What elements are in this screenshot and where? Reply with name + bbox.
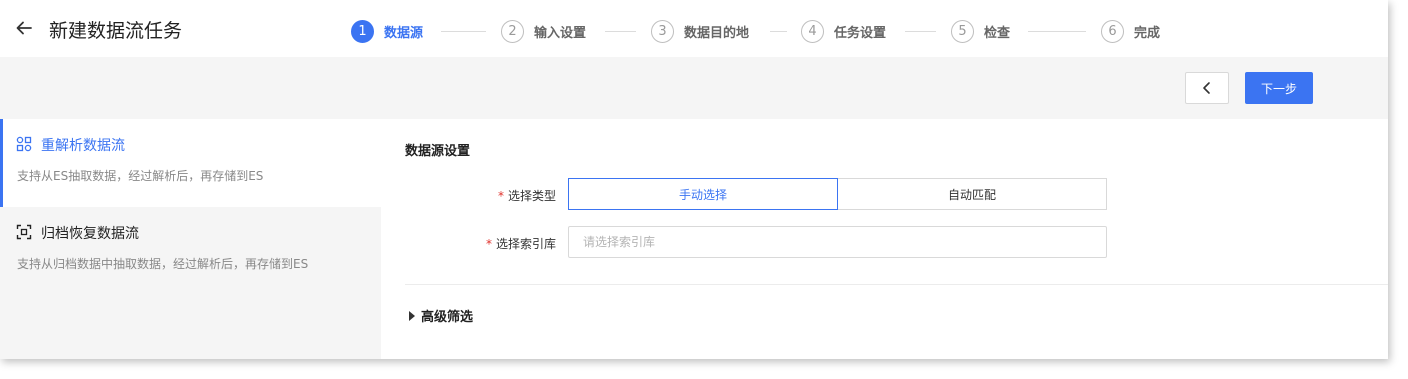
index-select-input[interactable] [568,226,1107,258]
source-option-reparse[interactable]: 重解析数据流 支持从ES抽取数据，经过解析后，再存储到ES [0,119,381,207]
advanced-filter-toggle[interactable]: 高级筛选 [409,306,473,325]
auto-match-option[interactable]: 自动匹配 [838,178,1107,210]
step-connector [1028,31,1086,32]
arrow-left-icon[interactable] [14,18,34,38]
type-label-text: 选择类型 [508,189,557,203]
source-option-description: 支持从归档数据中抽取数据，经过解析后，再存储到ES [17,257,309,271]
step-label: 数据源 [384,25,424,41]
caret-right-icon [409,310,415,321]
step-input-settings: 2 输入设置 [501,19,586,43]
nodes-icon [16,136,32,152]
step-label: 输入设置 [534,25,587,41]
step-complete: 6 完成 [1101,19,1160,43]
step-label: 数据目的地 [684,25,750,41]
section-title: 数据源设置 [405,144,471,159]
previous-step-button[interactable] [1185,72,1229,104]
dataflow-task-window: 新建数据流任务 1 数据源 2 输入设置 3 数据目的地 4 任务设置 5 检查… [0,0,1388,359]
next-step-button[interactable]: 下一步 [1245,72,1313,104]
required-mark: * [486,237,492,251]
step-number: 3 [651,19,674,43]
source-option-title: 归档恢复数据流 [41,226,139,242]
steps-bar [0,57,1388,119]
index-field-label: * 选择索引库 [486,235,556,252]
step-task-settings: 4 任务设置 [801,19,886,43]
step-label: 完成 [1134,25,1161,41]
step-connector [441,31,486,32]
step-number: 5 [951,19,974,43]
required-mark: * [498,189,504,203]
advanced-filter-label: 高级筛选 [421,310,474,325]
index-label-text: 选择索引库 [496,237,557,251]
page-title: 新建数据流任务 [49,20,183,42]
section-divider [405,284,1388,285]
step-connector [905,31,936,32]
source-option-archive-restore[interactable]: 归档恢复数据流 支持从归档数据中抽取数据，经过解析后，再存储到ES [0,207,381,295]
step-data-destination: 3 数据目的地 [651,19,749,43]
step-number: 4 [801,19,824,43]
step-data-source: 1 数据源 [351,19,423,43]
type-field-label: * 选择类型 [498,187,556,204]
type-segmented-control: 手动选择 自动匹配 [568,178,1107,210]
step-connector [605,31,636,32]
scan-frame-icon [16,224,32,240]
step-label: 任务设置 [834,25,887,41]
source-type-list: 重解析数据流 支持从ES抽取数据，经过解析后，再存储到ES 归档恢复数据流 支持… [0,119,381,359]
step-number: 1 [351,19,374,43]
step-connector [770,31,787,32]
step-label: 检查 [984,25,1011,41]
step-number: 2 [501,19,524,43]
source-option-title: 重解析数据流 [41,138,125,154]
chevron-left-icon [1203,82,1210,94]
manual-select-option[interactable]: 手动选择 [568,178,838,210]
source-option-description: 支持从ES抽取数据，经过解析后，再存储到ES [17,169,264,183]
step-number: 6 [1101,19,1124,43]
step-check: 5 检查 [951,19,1010,43]
